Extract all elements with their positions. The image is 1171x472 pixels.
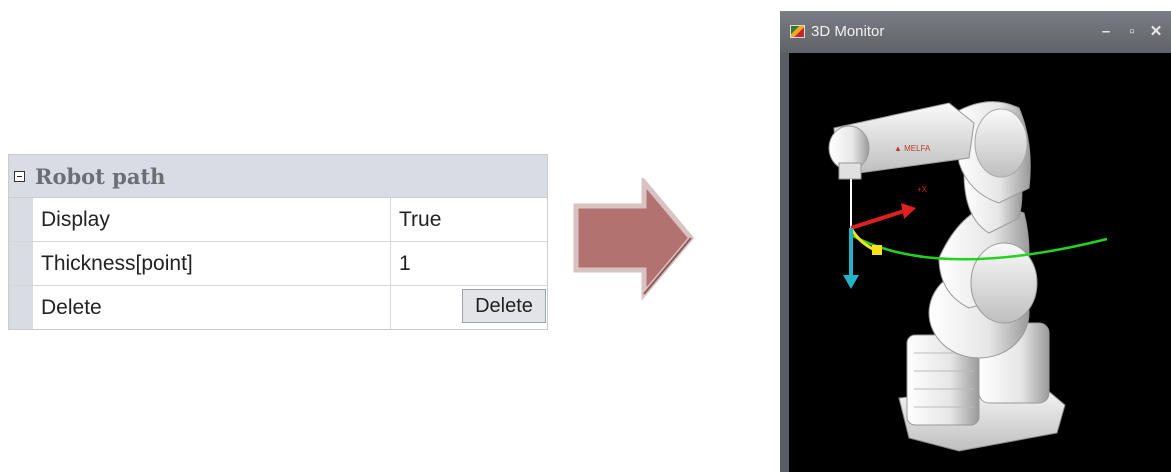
row-gutter: [9, 198, 33, 241]
collapse-icon[interactable]: [14, 170, 25, 182]
robot-upper-arm: ▲ MELFA: [828, 102, 975, 180]
property-name: Thickness[point]: [33, 242, 391, 285]
property-row-display[interactable]: Display True: [9, 198, 547, 242]
delete-button[interactable]: Delete: [462, 289, 546, 323]
maximize-icon[interactable]: ▫: [1122, 23, 1142, 41]
row-gutter: [9, 242, 33, 285]
window-titlebar[interactable]: 3D Monitor – ▫ ✕: [780, 11, 1171, 53]
minimize-icon[interactable]: –: [1096, 23, 1116, 41]
row-gutter: [9, 286, 33, 329]
3d-monitor-window: 3D Monitor – ▫ ✕ ▲ MELFA +X: [780, 11, 1171, 472]
svg-text:+X: +X: [917, 185, 928, 194]
property-row-thickness[interactable]: Thickness[point] 1: [9, 242, 547, 286]
property-name: Delete: [33, 286, 391, 329]
robot-3d-scene: ▲ MELFA +X: [828, 101, 1108, 452]
property-value-display[interactable]: True: [391, 198, 547, 241]
property-grid: Robot path Display True Thickness[point]…: [8, 154, 548, 330]
path-marker: [872, 245, 882, 255]
property-name: Display: [33, 198, 391, 241]
robot-logo: ▲ MELFA: [894, 144, 931, 153]
property-row-delete[interactable]: Delete Delete: [9, 286, 547, 329]
app-icon: [790, 25, 805, 38]
close-icon[interactable]: ✕: [1146, 23, 1166, 41]
3d-viewport[interactable]: ▲ MELFA +X: [789, 53, 1171, 472]
category-title: Robot path: [35, 163, 166, 189]
property-value-thickness[interactable]: 1: [391, 242, 547, 285]
robot-path-category-header[interactable]: Robot path: [9, 155, 547, 198]
window-title: 3D Monitor: [811, 23, 885, 40]
property-value-delete: Delete: [391, 286, 547, 329]
right-arrow-icon: [573, 178, 695, 301]
